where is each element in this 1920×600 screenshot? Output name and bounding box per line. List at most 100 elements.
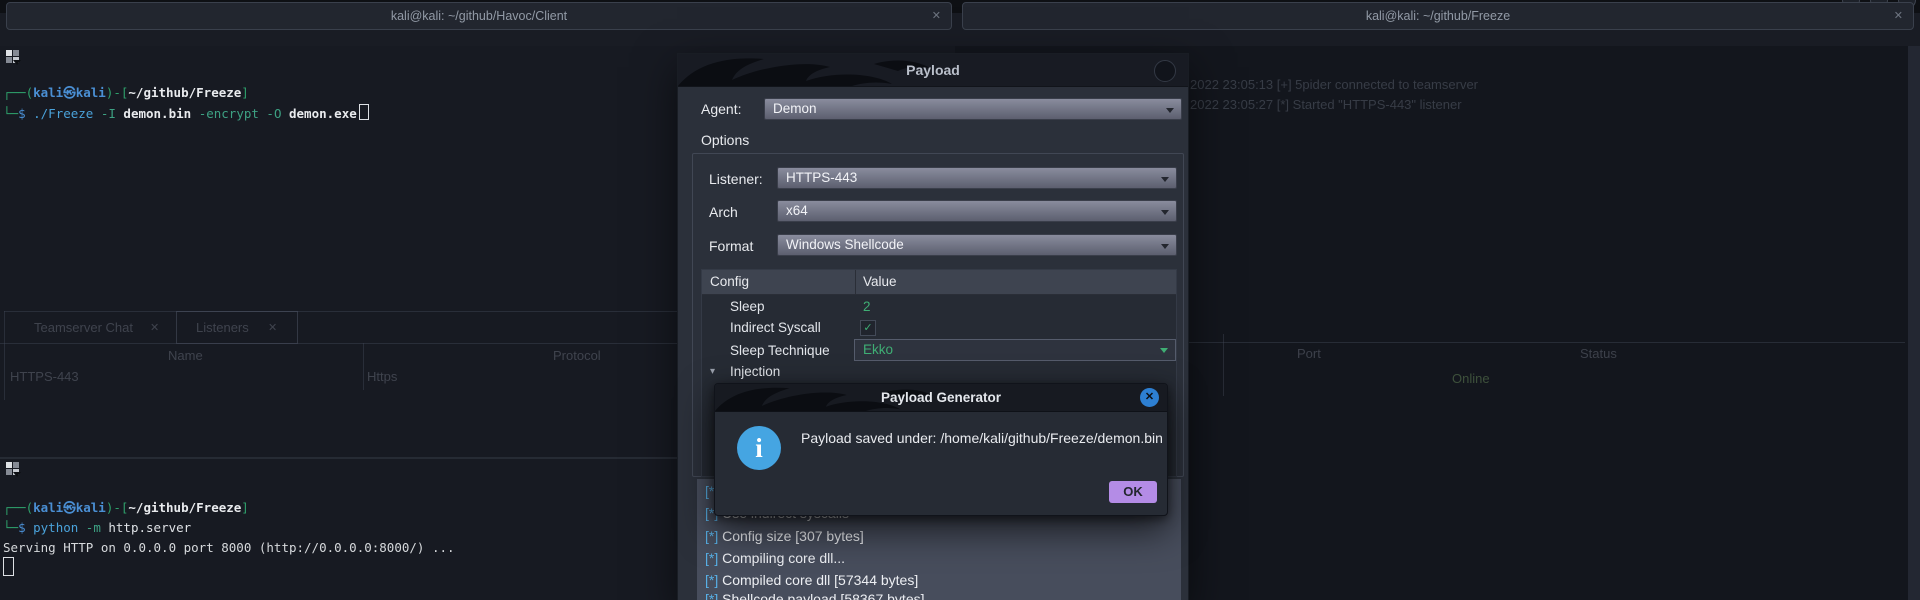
payload-dialog-title: Payload <box>906 62 960 78</box>
agent-label: Agent: <box>701 101 742 117</box>
console-line: [*] Shellcode payload [58367 bytes] <box>705 591 925 600</box>
tab-close-icon[interactable]: ✕ <box>1894 9 1903 23</box>
chevron-down-icon <box>1161 244 1169 249</box>
chevron-down-icon <box>1160 348 1168 353</box>
command-option: -O <box>258 106 282 121</box>
command-option: -encrypt <box>191 106 259 121</box>
bg-column-border <box>1223 334 1224 396</box>
prompt-line: ┌──(kali㉿kali)-[~/github/Freeze] <box>3 499 249 516</box>
terminal-cursor <box>3 557 14 576</box>
bg-tab-listeners: Listeners <box>196 320 249 335</box>
prompt-path: ~/github/Freeze <box>128 85 242 100</box>
modal-title: Payload Generator <box>880 390 1002 405</box>
prompt-symbol: $ <box>18 106 26 121</box>
prompt-frame: └─ <box>3 106 19 121</box>
indirect-syscall-checkbox[interactable]: ✓ <box>860 320 876 336</box>
payload-generator-modal: Payload Generator ✕ i Payload saved unde… <box>714 383 1168 516</box>
format-dropdown[interactable]: Windows Shellcode <box>777 234 1177 256</box>
terminal-split-icon[interactable] <box>6 462 21 477</box>
terminal-output: Serving HTTP on 0.0.0.0 port 8000 (http:… <box>3 540 455 555</box>
bg-event-log-line: 2022 23:05:13 [+] 5pider connected to te… <box>1190 77 1478 92</box>
arch-label: Arch <box>709 204 738 220</box>
ok-button[interactable]: OK <box>1109 481 1157 503</box>
desktop: kali@kali: ~/github/Havoc/Client ✕ kali@… <box>0 0 1920 600</box>
listener-value: HTTPS-443 <box>786 170 858 185</box>
console-line: [*] Compiling core dll... <box>705 550 846 566</box>
terminal-split-icon[interactable] <box>6 50 21 65</box>
prompt-frame: ┌──( <box>3 85 34 100</box>
command-option: -I <box>93 106 116 121</box>
info-icon: i <box>737 426 781 470</box>
chevron-down-icon <box>1161 210 1169 215</box>
console-line: [*] Compiled core dll [57344 bytes] <box>705 572 919 588</box>
tab-close-icon[interactable]: ✕ <box>932 9 941 23</box>
format-value: Windows Shellcode <box>786 237 904 252</box>
command-line: └─$ python -m http.server <box>3 519 191 536</box>
bg-tab-close-icon: ✕ <box>268 322 278 334</box>
terminal-tab-havoc-client[interactable]: kali@kali: ~/github/Havoc/Client ✕ <box>6 2 952 30</box>
config-column-header: Config <box>710 274 750 289</box>
sleep-technique-dropdown[interactable]: Ekko <box>854 339 1176 361</box>
config-row-syscall-label: Indirect Syscall <box>730 320 821 335</box>
bg-row-status-online: Online <box>1452 371 1490 386</box>
prompt-symbol: $ <box>18 520 26 535</box>
payload-dialog-titlebar[interactable]: Payload <box>678 54 1188 87</box>
options-label: Options <box>701 132 750 148</box>
tab-title: kali@kali: ~/github/Havoc/Client <box>390 9 568 23</box>
agent-dropdown[interactable]: Demon <box>764 98 1182 120</box>
command-python: python <box>25 520 79 535</box>
bg-panel-border <box>4 311 5 400</box>
bg-header-name: Name <box>168 348 203 363</box>
prompt-path: ~/github/Freeze <box>128 500 242 515</box>
bg-tab-close-icon: ✕ <box>150 322 160 334</box>
command-option: -m <box>78 520 101 535</box>
format-label: Format <box>709 238 754 254</box>
bg-row-name: HTTPS-443 <box>10 369 79 384</box>
command-arg: demon.bin <box>115 106 192 121</box>
prompt-frame: ] <box>241 500 249 515</box>
prompt-frame: ] <box>241 85 249 100</box>
config-table-header: Config Value <box>702 270 1176 295</box>
command-freeze: ./Freeze <box>25 106 94 121</box>
bg-event-log-line: 2022 23:05:27 [*] Started "HTTPS-443" li… <box>1190 97 1462 112</box>
console-line: [*] Config size [307 bytes] <box>705 528 864 544</box>
value-column-header: Value <box>863 274 897 289</box>
modal-close-icon[interactable]: ✕ <box>1140 388 1159 407</box>
listener-dropdown[interactable]: HTTPS-443 <box>777 167 1177 189</box>
command-arg: http.server <box>100 520 192 535</box>
command-line: └─$ ./Freeze -I demon.bin -encrypt -O de… <box>3 104 369 122</box>
modal-titlebar[interactable]: Payload Generator ✕ <box>715 384 1167 412</box>
expander-icon[interactable]: ▾ <box>710 366 715 377</box>
terminal-cursor <box>358 104 369 120</box>
config-row-sleep-value[interactable]: 2 <box>863 299 871 314</box>
payload-dialog: Payload Agent: Demon Options Listener: H… <box>677 53 1189 600</box>
prompt-user: kali㉿kali <box>33 85 106 100</box>
prompt-frame: └─ <box>3 520 19 535</box>
modal-message: Payload saved under: /home/kali/github/F… <box>801 430 1163 446</box>
prompt-line: ┌──(kali㉿kali)-[~/github/Freeze] <box>3 84 249 101</box>
prompt-user: kali㉿kali <box>33 500 106 515</box>
chevron-down-icon <box>1161 177 1169 182</box>
dialog-circle-button[interactable] <box>1154 60 1176 82</box>
listener-label: Listener: <box>709 171 763 187</box>
column-divider <box>855 270 856 294</box>
bg-tab-teamserver-chat: Teamserver Chat <box>34 320 133 335</box>
tab-title: kali@kali: ~/github/Freeze <box>1365 9 1511 23</box>
bg-row-protocol: Https <box>367 369 398 384</box>
config-row-sleep-label: Sleep <box>730 299 765 314</box>
arch-dropdown[interactable]: x64 <box>777 200 1177 222</box>
bg-header-protocol: Protocol <box>553 348 601 363</box>
bg-column-border <box>363 343 364 390</box>
command-arg: demon.exe <box>281 106 357 121</box>
config-row-technique-label: Sleep Technique <box>730 343 830 358</box>
prompt-frame: )-[ <box>105 500 129 515</box>
chevron-down-icon <box>1166 108 1174 113</box>
sleep-technique-value: Ekko <box>863 342 894 357</box>
arch-value: x64 <box>786 203 808 218</box>
terminal-scrollbar[interactable] <box>1908 46 1920 600</box>
config-row-injection-label: Injection <box>730 364 781 379</box>
prompt-frame: )-[ <box>105 85 129 100</box>
bg-header-port: Port <box>1297 346 1321 361</box>
prompt-frame: ┌──( <box>3 500 34 515</box>
terminal-tab-freeze[interactable]: kali@kali: ~/github/Freeze ✕ <box>962 2 1914 30</box>
